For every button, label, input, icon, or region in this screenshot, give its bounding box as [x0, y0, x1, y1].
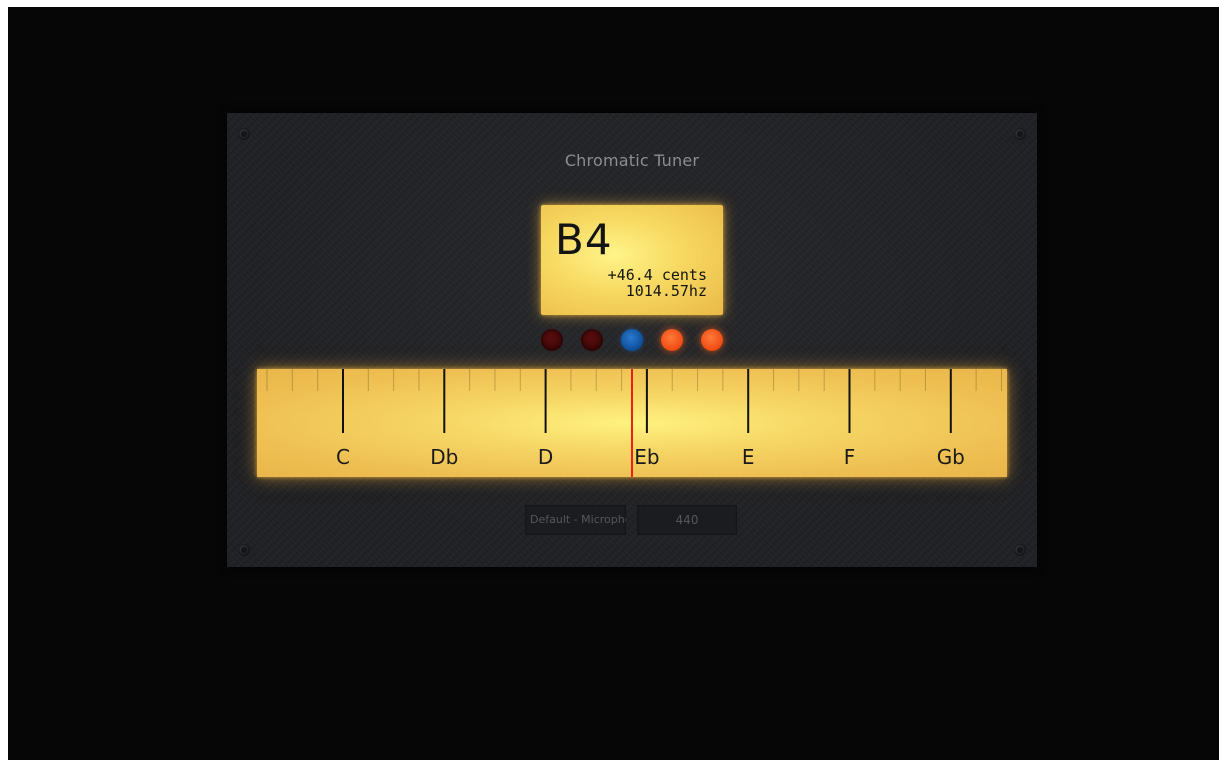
app-viewport: Chromatic Tuner B4 +46.4 cents 1014.57hz…	[8, 7, 1219, 760]
note-label-e: E	[741, 445, 755, 469]
tuning-scale: C Db D Eb E F Gb	[257, 369, 1007, 477]
indicator-sharp-far-icon	[701, 329, 723, 351]
note-label-c: C	[336, 445, 350, 469]
note-label-f: F	[843, 445, 856, 469]
cents-readout: +46.4 cents	[607, 266, 707, 284]
note-display: B4 +46.4 cents 1014.57hz	[541, 205, 723, 315]
detected-note: B4	[555, 215, 613, 264]
input-device-select[interactable]: Default - Microphone	[525, 505, 626, 535]
screw-icon	[1014, 128, 1026, 140]
tuning-indicator-lights	[539, 329, 725, 353]
note-label-gb: Gb	[936, 445, 965, 469]
note-label-db: Db	[430, 445, 459, 469]
indicator-sharp-near-icon	[661, 329, 683, 351]
note-label-d: D	[537, 445, 554, 469]
screw-icon	[238, 128, 250, 140]
note-label-eb: Eb	[634, 445, 660, 469]
indicator-in-tune-icon	[621, 329, 643, 351]
frequency-readout: 1014.57hz	[625, 282, 707, 300]
tuning-needle	[631, 369, 634, 477]
tuner-panel: Chromatic Tuner B4 +46.4 cents 1014.57hz…	[227, 113, 1037, 567]
reference-frequency-input[interactable]: 440	[637, 505, 737, 535]
screw-icon	[1014, 544, 1026, 556]
screw-icon	[238, 544, 250, 556]
indicator-flat-far-icon	[541, 329, 563, 351]
indicator-flat-near-icon	[581, 329, 603, 351]
panel-title: Chromatic Tuner	[564, 151, 700, 170]
